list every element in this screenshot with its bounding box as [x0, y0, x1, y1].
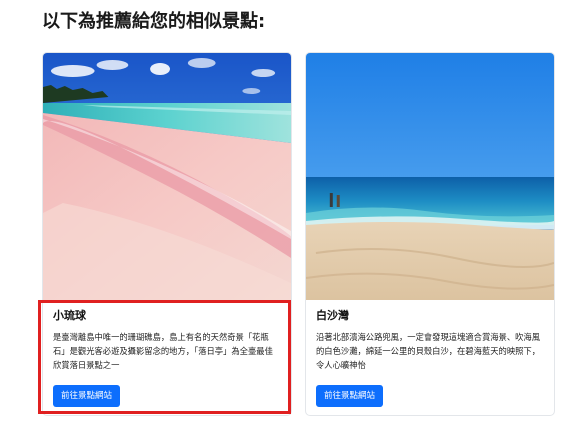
attraction-description: 沿著北部濱海公路兜風，一定會發現這塊適合賞海景、吹海風的白色沙灘，綿延一公里的貝… [316, 332, 541, 370]
attraction-description: 是臺灣離島中唯一的珊瑚礁島，島上有名的天然奇景「花瓶石」是觀光客必遊及攝影留念的… [53, 332, 273, 370]
visit-website-button[interactable]: 前往景點網站 [316, 385, 384, 407]
attraction-card-baishawan: 白沙灣 沿著北部濱海公路兜風，一定會發現這塊適合賞海景、吹海風的白色沙灘，綿延一… [305, 52, 555, 416]
page-heading: 以下為推薦給您的相似景點: [42, 11, 266, 32]
attraction-image-xiaoliuqiu [43, 53, 291, 300]
attraction-image-baishawan [306, 53, 554, 300]
attraction-card-xiaoliuqiu: 小琉球 是臺灣離島中唯一的珊瑚礁島，島上有名的天然奇景「花瓶石」是觀光客必遊及攝… [42, 52, 292, 416]
attraction-title: 小琉球 [53, 309, 86, 322]
attraction-title: 白沙灣 [316, 309, 349, 322]
visit-website-button[interactable]: 前往景點網站 [53, 385, 121, 407]
